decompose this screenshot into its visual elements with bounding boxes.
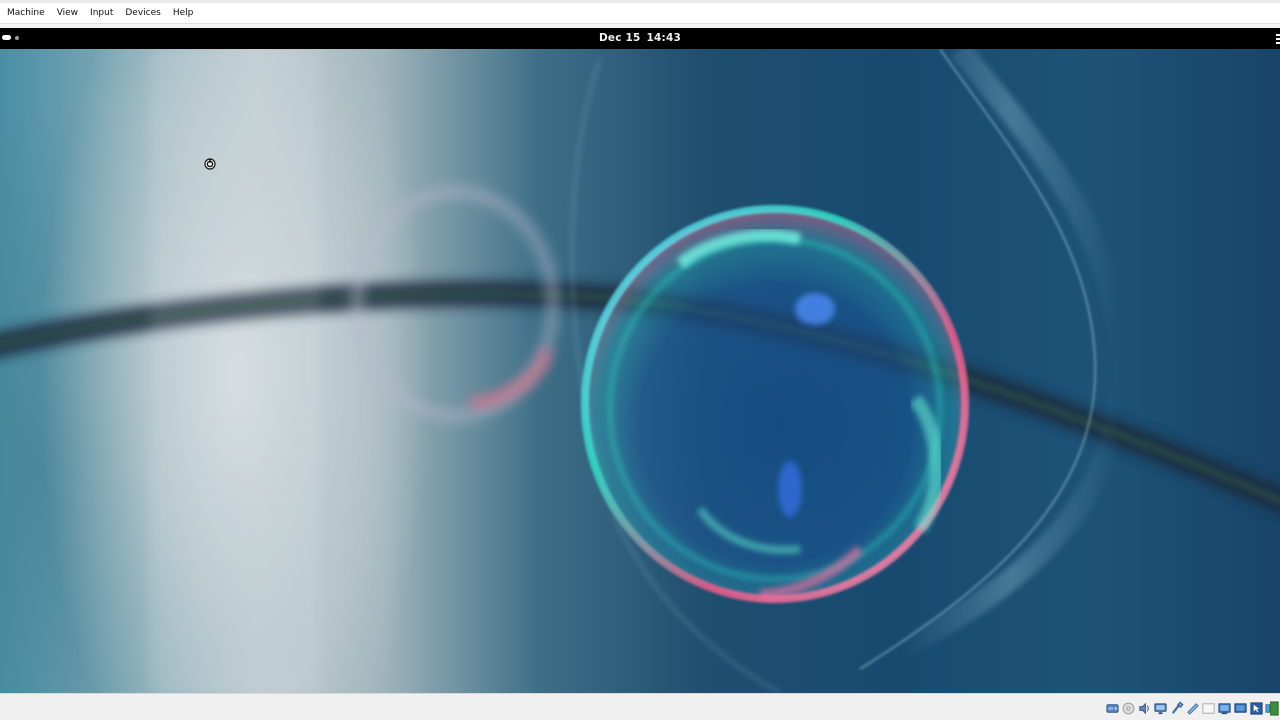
usb-icon[interactable] <box>1169 700 1184 716</box>
menu-view[interactable]: View <box>51 6 84 20</box>
display-icon[interactable] <box>1201 701 1216 716</box>
optical-drive-icon[interactable] <box>1121 701 1136 716</box>
harddisk-icon[interactable] <box>1105 701 1120 716</box>
bubble-abstract-wallpaper <box>0 49 1280 693</box>
desktop-wallpaper <box>0 49 1280 693</box>
video-capture-icon[interactable] <box>1217 701 1232 716</box>
host-status-bar <box>0 693 1280 720</box>
clock-time: 14:43 <box>646 32 681 44</box>
cpu-icon[interactable] <box>1233 701 1248 716</box>
host-menu-bar: Machine View Input Devices Help <box>0 3 1280 24</box>
status-icon-group <box>1105 700 1280 716</box>
system-menu-icon[interactable] <box>1276 34 1280 44</box>
menu-devices[interactable]: Devices <box>119 6 166 20</box>
menu-machine[interactable]: Machine <box>0 6 51 20</box>
clock-date: Dec 15 <box>599 32 641 44</box>
mouse-integration-icon[interactable] <box>1249 701 1264 716</box>
vm-window: Machine View Input Devices Help Dec 15 14… <box>0 0 1280 720</box>
network-icon[interactable] <box>1153 701 1168 716</box>
audio-icon[interactable] <box>1137 701 1152 716</box>
guest-top-panel: Dec 15 14:43 <box>0 28 1280 49</box>
busy-cursor-icon <box>204 158 216 170</box>
menu-input[interactable]: Input <box>84 6 119 20</box>
menu-help[interactable]: Help <box>167 6 200 20</box>
shared-folders-icon[interactable] <box>1185 701 1200 716</box>
host-key-icon[interactable] <box>1265 700 1280 716</box>
clock[interactable]: Dec 15 14:43 <box>0 28 1280 49</box>
